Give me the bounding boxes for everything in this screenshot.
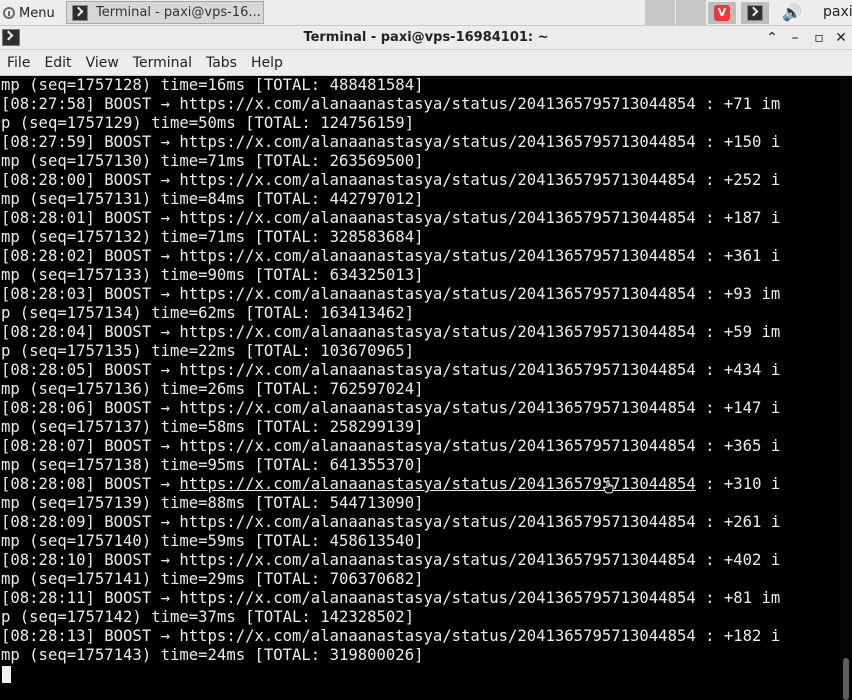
line-suffix: : +310 i [695, 475, 781, 493]
terminal-line: [08:28:03] BOOST → https://x.com/alanaan… [1, 285, 781, 303]
terminal-line: [08:28:08] BOOST → https://x.com/alanaan… [1, 475, 780, 494]
terminal-line: mp (seq=1757131) time=84ms [TOTAL: 44279… [1, 190, 424, 208]
terminal-line: mp (seq=1757140) time=59ms [TOTAL: 45861… [1, 532, 424, 550]
distro-logo-icon [3, 7, 15, 19]
volume-icon[interactable]: 🔊 [782, 3, 802, 22]
text-cursor [2, 666, 11, 683]
menubar: File Edit View Terminal Tabs Help [0, 50, 852, 76]
terminal-line: [08:28:02] BOOST → https://x.com/alanaan… [1, 247, 781, 265]
terminal-line: p (seq=1757134) time=62ms [TOTAL: 163413… [1, 304, 415, 322]
menu-help[interactable]: Help [244, 55, 290, 71]
terminal-line: [08:28:06] BOOST → https://x.com/alanaan… [1, 399, 781, 417]
terminal-line: mp (seq=1757132) time=71ms [TOTAL: 32858… [1, 228, 424, 246]
taskbar-window-title: Terminal - paxi@vps-16... [96, 5, 261, 20]
scrollbar-thumb[interactable] [843, 658, 849, 700]
terminal-line: p (seq=1757129) time=50ms [TOTAL: 124756… [1, 114, 415, 132]
terminal-line: mp (seq=1757141) time=29ms [TOTAL: 70637… [1, 570, 424, 588]
user-name[interactable]: paxi [823, 4, 852, 20]
menu-file[interactable]: File [0, 55, 37, 71]
terminal-line: [08:28:13] BOOST → https://x.com/alanaan… [1, 627, 781, 645]
terminal-line: [08:28:04] BOOST → https://x.com/alanaan… [1, 323, 781, 341]
menu-terminal[interactable]: Terminal [126, 55, 199, 71]
terminal-icon [72, 4, 88, 21]
menu-edit[interactable]: Edit [37, 55, 78, 71]
launcher-terminal[interactable] [741, 2, 769, 24]
terminal-line: p (seq=1757135) time=22ms [TOTAL: 103670… [1, 342, 415, 360]
app-menu-label: Menu [19, 5, 55, 21]
hand-pointer-icon [603, 480, 614, 494]
terminal-line: [08:28:11] BOOST → https://x.com/alanaan… [1, 589, 781, 607]
taskbar-window-terminal[interactable]: Terminal - paxi@vps-16... [66, 1, 264, 24]
terminal-line: mp (seq=1757139) time=88ms [TOTAL: 54471… [1, 494, 424, 512]
terminal-line: [08:28:10] BOOST → https://x.com/alanaan… [1, 551, 781, 569]
launcher-vivaldi[interactable]: V [708, 2, 736, 24]
terminal-line: [08:27:59] BOOST → https://x.com/alanaan… [1, 133, 781, 151]
terminal-line: mp (seq=1757130) time=71ms [TOTAL: 26356… [1, 152, 424, 170]
window-titlebar[interactable]: Terminal - paxi@vps-16984101: ~ ⌃ – ▫ ✕ [0, 26, 852, 50]
shade-button[interactable]: ⌃ [763, 29, 781, 47]
terminal-icon [747, 5, 763, 21]
line-prefix: [08:28:08] BOOST → [1, 475, 180, 493]
maximize-button[interactable]: ▫ [810, 29, 828, 47]
minimize-button[interactable]: – [786, 29, 804, 47]
app-menu-button[interactable]: Menu [0, 2, 55, 24]
hovered-url-link[interactable]: https://x.com/alanaanastasya/status/2041… [179, 475, 695, 493]
taskbar: Menu Terminal - paxi@vps-16... V 🔊 paxi [0, 0, 852, 26]
terminal-line: [08:28:09] BOOST → https://x.com/alanaan… [1, 513, 781, 531]
terminal-line: [08:28:05] BOOST → https://x.com/alanaan… [1, 361, 781, 379]
terminal-line: [08:28:07] BOOST → https://x.com/alanaan… [1, 437, 781, 455]
terminal-line: mp (seq=1757143) time=24ms [TOTAL: 31980… [1, 646, 424, 664]
terminal-line: mp (seq=1757136) time=26ms [TOTAL: 76259… [1, 380, 424, 398]
terminal-line: mp (seq=1757128) time=16ms [TOTAL: 48848… [1, 76, 424, 94]
terminal-line: p (seq=1757142) time=37ms [TOTAL: 142328… [1, 608, 415, 626]
vivaldi-icon: V [714, 5, 730, 21]
terminal-line: mp (seq=1757138) time=95ms [TOTAL: 64135… [1, 456, 424, 474]
close-button[interactable]: ✕ [832, 29, 850, 47]
terminal-output[interactable]: mp (seq=1757143) time=24ms [TOTAL: 31980… [0, 76, 840, 700]
terminal-line: [08:28:01] BOOST → https://x.com/alanaan… [1, 209, 781, 227]
menu-tabs[interactable]: Tabs [199, 55, 244, 71]
terminal-line: [08:28:00] BOOST → https://x.com/alanaan… [1, 171, 781, 189]
workspace-1[interactable] [645, 0, 675, 26]
terminal-line: mp (seq=1757133) time=90ms [TOTAL: 63432… [1, 266, 424, 284]
terminal-line: [08:27:58] BOOST → https://x.com/alanaan… [1, 95, 781, 113]
menu-view[interactable]: View [79, 55, 126, 71]
terminal-line: mp (seq=1757137) time=58ms [TOTAL: 25829… [1, 418, 424, 436]
window-title: Terminal - paxi@vps-16984101: ~ [303, 30, 549, 45]
workspace-2[interactable] [676, 0, 706, 26]
terminal-scrollbar[interactable] [840, 76, 852, 700]
